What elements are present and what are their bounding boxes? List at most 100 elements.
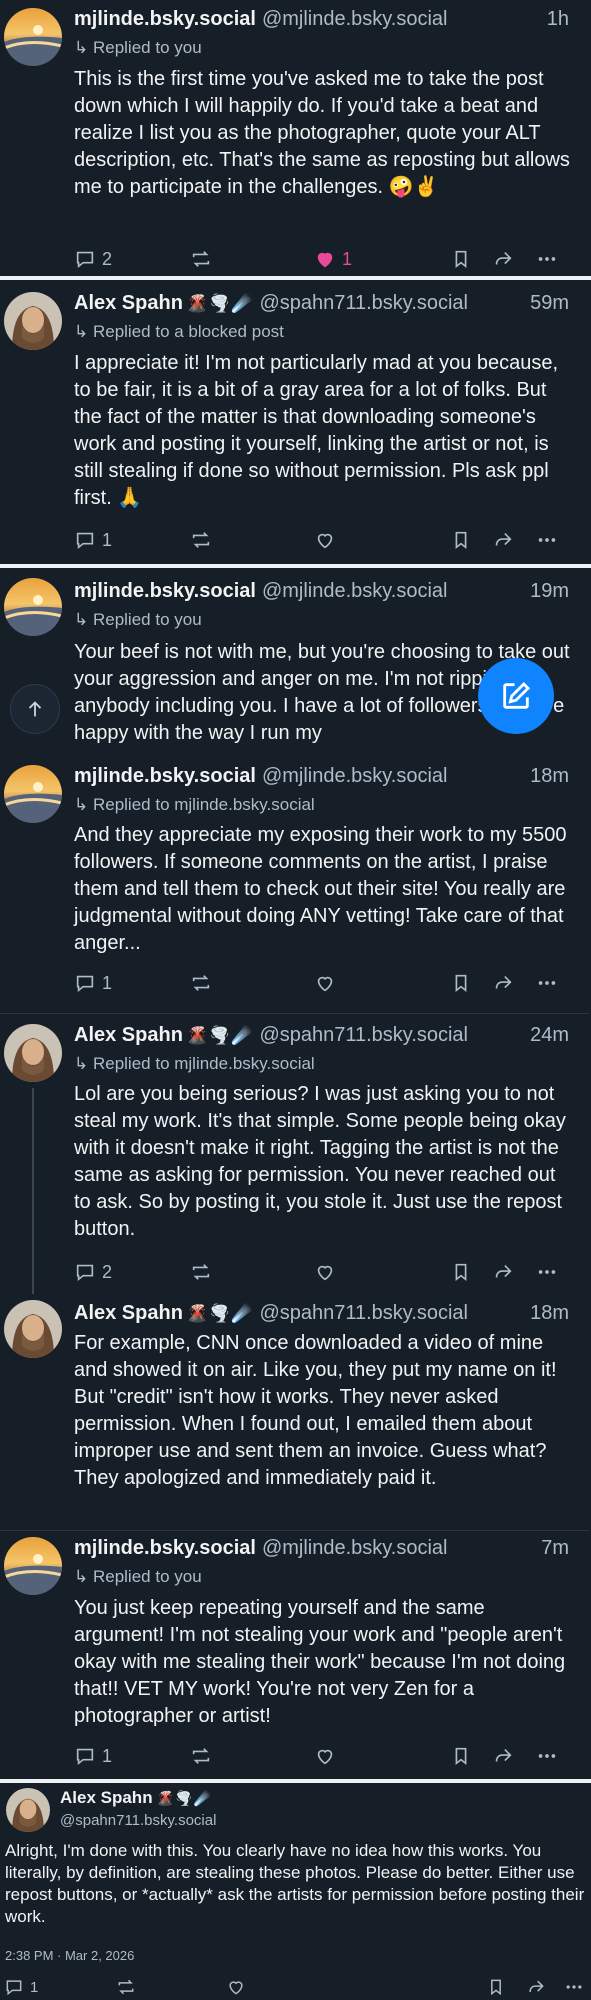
- author-handle[interactable]: @mjlinde.bsky.social: [262, 1537, 448, 1559]
- repost-button[interactable]: [190, 1257, 212, 1287]
- compose-button[interactable]: [478, 658, 554, 734]
- bookmark-button[interactable]: [486, 1974, 506, 2000]
- repost-button[interactable]: [190, 244, 212, 274]
- more-button[interactable]: [536, 244, 558, 274]
- mjlinde-avatar[interactable]: [4, 765, 62, 823]
- reply-context[interactable]: ↳ Replied to mjlinde.bsky.social: [74, 795, 315, 817]
- share-button[interactable]: [492, 525, 514, 555]
- post-text: You just keep repeating yourself and the…: [74, 1597, 566, 1727]
- post-4[interactable]: mjlinde.bsky.social @mjlinde.bsky.social …: [0, 755, 589, 1013]
- author-handle[interactable]: @mjlinde.bsky.social: [262, 580, 448, 602]
- like-button[interactable]: [314, 968, 336, 998]
- focus-author-name[interactable]: Alex Spahn 🌋🌪️☄️: [60, 1788, 212, 1808]
- mjlinde-avatar[interactable]: [4, 1537, 62, 1595]
- alex-spahn-avatar[interactable]: [4, 1024, 62, 1082]
- author-name[interactable]: mjlinde.bsky.social: [74, 580, 256, 602]
- reply-button[interactable]: 2: [74, 1257, 112, 1287]
- post-actions: 2 1: [74, 244, 574, 274]
- author-name[interactable]: Alex Spahn: [74, 292, 183, 314]
- reply-button[interactable]: 2: [74, 244, 112, 274]
- focus-post-date: 2:38 PM · Mar 2, 2026: [5, 1948, 135, 1963]
- repost-button[interactable]: [190, 1741, 212, 1771]
- repost-button[interactable]: [190, 525, 212, 555]
- reply-context[interactable]: ↳ Replied to a blocked post: [74, 322, 284, 344]
- bookmark-button[interactable]: [450, 968, 472, 998]
- mjlinde-avatar[interactable]: [4, 8, 62, 66]
- share-arrow-icon: [495, 532, 512, 546]
- sunset-landscape-avatar-image: [4, 765, 62, 823]
- author-handle[interactable]: @spahn711.bsky.social: [259, 1024, 468, 1046]
- more-button[interactable]: [536, 1257, 558, 1287]
- author-name[interactable]: Alex Spahn: [74, 1302, 183, 1324]
- post-time[interactable]: 19m: [530, 580, 569, 603]
- author-handle[interactable]: @spahn711.bsky.social: [259, 1302, 468, 1324]
- post-time[interactable]: 59m: [530, 292, 569, 315]
- reply-context[interactable]: ↳ Replied to mjlinde.bsky.social: [74, 1054, 315, 1076]
- author-handle[interactable]: @mjlinde.bsky.social: [262, 765, 448, 787]
- repost-arrows-icon: [192, 975, 210, 991]
- share-button[interactable]: [492, 1257, 514, 1287]
- author-name[interactable]: Alex Spahn: [74, 1024, 183, 1046]
- focus-author-handle[interactable]: @spahn711.bsky.social: [60, 1812, 216, 1829]
- reply-button[interactable]: 1: [74, 525, 112, 555]
- like-button[interactable]: [314, 1257, 336, 1287]
- share-button[interactable]: [526, 1974, 546, 2000]
- reply-button[interactable]: 1: [74, 1741, 112, 1771]
- more-button[interactable]: [536, 968, 558, 998]
- reply-button[interactable]: 1: [74, 968, 112, 998]
- bookmark-button[interactable]: [450, 1257, 472, 1287]
- more-button[interactable]: [536, 525, 558, 555]
- author-handle[interactable]: @mjlinde.bsky.social: [262, 8, 448, 30]
- reply-button[interactable]: 1: [4, 1974, 38, 2000]
- more-button[interactable]: [536, 1741, 558, 1771]
- alex-spahn-avatar[interactable]: [4, 1300, 62, 1358]
- repost-arrows-icon: [192, 1264, 210, 1280]
- bookmark-icon: [455, 1263, 467, 1282]
- repost-button[interactable]: [116, 1974, 136, 2000]
- scroll-to-top-button[interactable]: [10, 684, 60, 734]
- reply-context[interactable]: ↳ Replied to you: [74, 610, 202, 632]
- share-arrow-icon: [495, 1264, 512, 1278]
- more-button[interactable]: [564, 1974, 584, 2000]
- post-time[interactable]: 18m: [530, 1302, 569, 1325]
- bearded-man-avatar-image: [4, 1300, 62, 1358]
- post-7[interactable]: mjlinde.bsky.social @mjlinde.bsky.social …: [0, 1531, 589, 1779]
- post-time[interactable]: 7m: [541, 1537, 569, 1560]
- author-handle[interactable]: @spahn711.bsky.social: [259, 292, 468, 314]
- like-button[interactable]: 1: [314, 244, 352, 274]
- bearded-man-avatar-image: [6, 1788, 50, 1832]
- share-button[interactable]: [492, 1741, 514, 1771]
- mjlinde-avatar[interactable]: [4, 578, 62, 636]
- heart-icon: [317, 533, 333, 549]
- reply-context[interactable]: ↳ Replied to you: [74, 38, 202, 60]
- reply-context[interactable]: ↳ Replied to you: [74, 1567, 202, 1589]
- post-1[interactable]: mjlinde.bsky.social @mjlinde.bsky.social …: [0, 0, 589, 276]
- author-name[interactable]: mjlinde.bsky.social: [74, 1537, 256, 1559]
- bookmark-icon: [455, 531, 467, 550]
- alex-spahn-avatar[interactable]: [6, 1788, 50, 1832]
- bookmark-button[interactable]: [450, 1741, 472, 1771]
- alex-spahn-avatar[interactable]: [4, 292, 62, 350]
- like-button[interactable]: [314, 1741, 336, 1771]
- like-button[interactable]: [226, 1974, 246, 2000]
- bookmark-button[interactable]: [450, 525, 472, 555]
- post-2[interactable]: Alex Spahn 🌋🌪️☄️ @spahn711.bsky.social 59m…: [0, 280, 589, 564]
- share-button[interactable]: [492, 968, 514, 998]
- repost-button[interactable]: [190, 968, 212, 998]
- bookmark-button[interactable]: [450, 244, 472, 274]
- post-time[interactable]: 18m: [530, 765, 569, 788]
- post-6[interactable]: Alex Spahn 🌋🌪️☄️ @spahn711.bsky.social 18m…: [0, 1294, 589, 1514]
- like-button[interactable]: [314, 525, 336, 555]
- author-name[interactable]: mjlinde.bsky.social: [74, 765, 256, 787]
- author-name[interactable]: mjlinde.bsky.social: [74, 8, 256, 30]
- arrow-up-icon: [28, 701, 42, 717]
- post-5[interactable]: Alex Spahn 🌋🌪️☄️ @spahn711.bsky.social 24m…: [0, 1014, 589, 1294]
- share-button[interactable]: [492, 244, 514, 274]
- heart-icon: [229, 1981, 243, 1995]
- post-time[interactable]: 24m: [530, 1024, 569, 1047]
- post-actions: 2: [74, 1257, 574, 1287]
- post-time[interactable]: 1h: [547, 8, 569, 31]
- reply-count: 2: [102, 248, 113, 269]
- ellipsis-icon: [538, 1754, 556, 1758]
- ellipsis-icon: [538, 981, 556, 985]
